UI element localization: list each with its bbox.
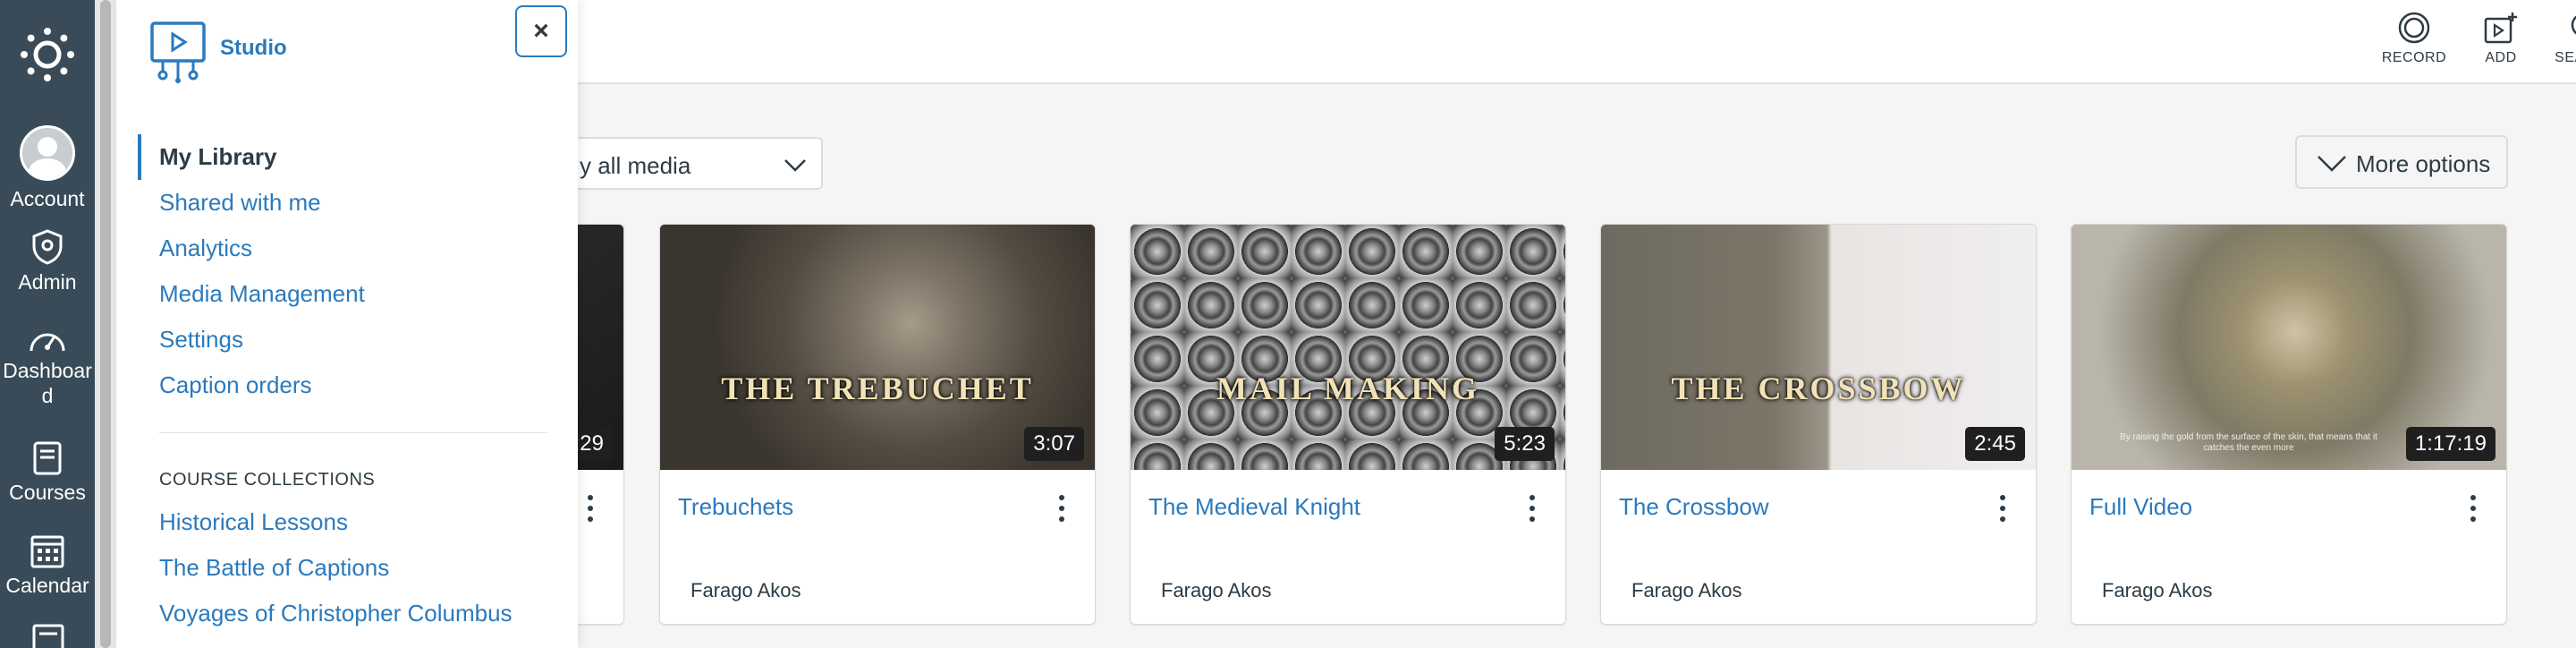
nav-dashboard[interactable]: Dashboar d (0, 324, 95, 408)
global-nav: Account Admin Dashboar d Courses Calenda… (0, 0, 95, 648)
add-label: ADD (2485, 50, 2517, 65)
media-owner: Farago Akos (1161, 579, 1272, 601)
scrollbar[interactable] (95, 0, 116, 648)
nav-admin[interactable]: Admin (0, 228, 95, 294)
chevron-down-icon (784, 159, 806, 172)
media-filter-value: y all media (580, 152, 691, 179)
close-button[interactable]: × (515, 5, 567, 57)
studio-title: Studio (220, 36, 287, 60)
media-title-link[interactable]: Full Video (2089, 493, 2192, 521)
kebab-menu-icon[interactable] (2469, 495, 2478, 525)
media-owner: Farago Akos (2102, 579, 2213, 601)
chevron-down-icon (2318, 156, 2346, 172)
menu-item-analytics[interactable]: Analytics (138, 226, 549, 271)
search-icon (2571, 15, 2576, 35)
media-filter-select[interactable]: y all media (537, 137, 823, 190)
inbox-icon[interactable] (30, 623, 66, 648)
video-subtitle-caption: By raising the gold from the surface of … (2120, 432, 2377, 453)
course-collections-list: Historical Lessons The Battle of Caption… (138, 499, 549, 636)
collection-voyages-columbus[interactable]: Voyages of Christopher Columbus (138, 591, 549, 636)
scrollbar-thumb[interactable] (100, 0, 111, 648)
nav-calendar[interactable]: Calendar (0, 532, 95, 598)
kebab-menu-icon[interactable] (1057, 495, 1066, 525)
nav-account[interactable]: Account (0, 125, 95, 211)
more-options-label: More options (2356, 150, 2491, 177)
menu-item-media-management[interactable]: Media Management (138, 271, 549, 317)
book-icon (33, 441, 62, 475)
media-title-link[interactable]: The Crossbow (1619, 493, 1769, 521)
nav-calendar-label: Calendar (5, 574, 89, 597)
media-title-link[interactable]: Trebuchets (678, 493, 793, 521)
media-card[interactable]: By raising the gold from the surface of … (2071, 224, 2507, 625)
course-collections-heading: COURSE COLLECTIONS (159, 470, 376, 490)
kebab-menu-icon[interactable] (586, 495, 595, 525)
canvas-logo-icon[interactable] (20, 27, 75, 82)
shield-icon (32, 229, 63, 265)
nav-account-label: Account (10, 187, 85, 210)
media-owner: Farago Akos (691, 579, 801, 601)
menu-item-my-library[interactable]: My Library (138, 134, 549, 180)
menu-item-settings[interactable]: Settings (138, 317, 549, 362)
header-bar: RECORD ADD SEARCH (578, 0, 2576, 84)
media-owner: Farago Akos (1631, 579, 1742, 601)
nav-courses[interactable]: Courses (0, 440, 95, 505)
search-label: SEARCH (2555, 50, 2576, 65)
thumbnail-title-text: THE CROSSBOW (1671, 371, 1966, 406)
duration-badge: 2:45 (1965, 427, 2025, 461)
avatar (20, 125, 75, 181)
media-title-link[interactable]: The Medieval Knight (1148, 493, 1360, 521)
duration-badge: 5:23 (1495, 427, 1555, 461)
more-options-button[interactable]: More options (2295, 135, 2508, 189)
record-label: RECORD (2381, 50, 2447, 65)
media-card[interactable]: THE CROSSBOW 2:45 The Crossbow Farago Ak… (1600, 224, 2037, 625)
nav-dashboard-label: Dashboar d (3, 359, 92, 407)
studio-logo-icon[interactable] (147, 20, 209, 84)
record-icon (2398, 12, 2430, 44)
thumbnail-title-text: MAIL MAKING (1216, 371, 1479, 406)
menu-item-caption-orders[interactable]: Caption orders (138, 362, 549, 408)
search-button[interactable]: SEARCH (2541, 11, 2576, 66)
menu-item-shared-with-me[interactable]: Shared with me (138, 180, 549, 226)
record-button[interactable]: RECORD (2369, 11, 2459, 66)
collection-battle-of-captions[interactable]: The Battle of Captions (138, 545, 549, 591)
studio-menu: My Library Shared with me Analytics Medi… (138, 134, 549, 408)
kebab-menu-icon[interactable] (1998, 495, 2007, 525)
add-button[interactable]: ADD (2456, 11, 2546, 66)
duration-badge: 1:17:19 (2405, 427, 2496, 461)
nav-admin-label: Admin (18, 270, 77, 294)
studio-menu-panel: Studio × My Library Shared with me Analy… (116, 0, 578, 648)
add-media-icon (2484, 13, 2517, 44)
kebab-menu-icon[interactable] (1528, 495, 1537, 525)
duration-badge: 3:07 (1024, 427, 1084, 461)
calendar-icon (30, 535, 64, 568)
menu-divider (159, 432, 547, 433)
dashboard-icon (30, 333, 65, 352)
media-card[interactable]: MAIL MAKING 5:23 The Medieval Knight Far… (1130, 224, 1566, 625)
thumbnail-title-text: THE TREBUCHET (721, 371, 1034, 406)
media-card[interactable]: THE TREBUCHET 3:07 Trebuchets Farago Ako… (659, 224, 1096, 625)
nav-courses-label: Courses (9, 481, 86, 504)
collection-historical-lessons[interactable]: Historical Lessons (138, 499, 549, 545)
